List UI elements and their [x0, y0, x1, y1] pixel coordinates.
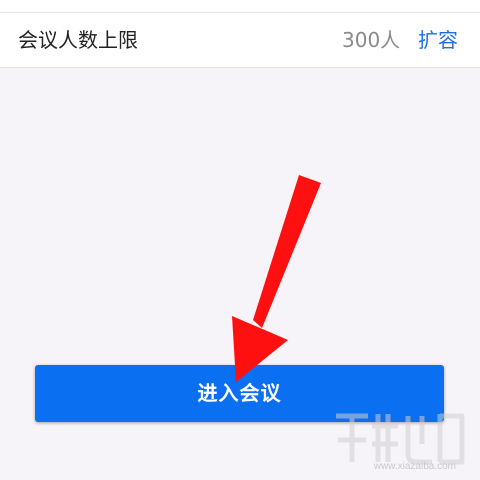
participant-limit-row: 会议人数上限 300人 扩容 [0, 13, 480, 68]
arrow-shaft [253, 175, 321, 328]
participant-limit-label: 会议人数上限 [18, 28, 138, 52]
participant-limit-value: 300人 [342, 28, 401, 52]
previous-row-edge [0, 0, 480, 13]
meeting-settings-screen: 会议人数上限 300人 扩容 进入会议 www.xiazaiba.com [0, 0, 480, 480]
expand-capacity-link[interactable]: 扩容 [418, 27, 458, 53]
watermark-url: www.xiazaiba.com [373, 461, 456, 472]
